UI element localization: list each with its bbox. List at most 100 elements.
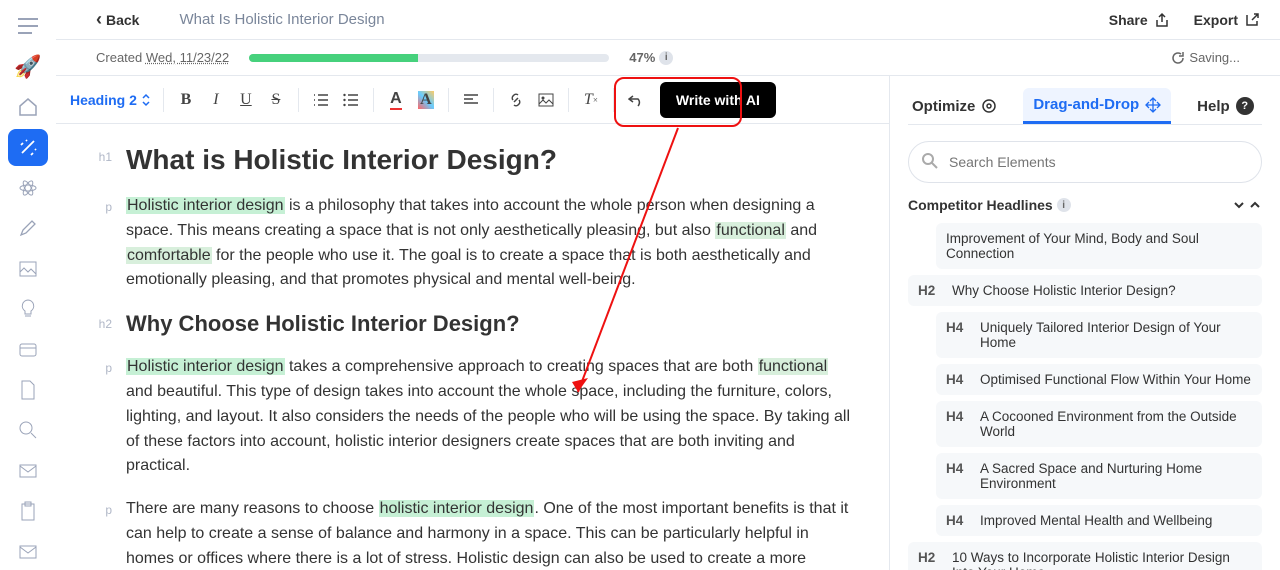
page-title: What Is Holistic Interior Design bbox=[179, 11, 384, 28]
target-icon bbox=[981, 98, 997, 114]
chevron-down-icon[interactable] bbox=[1232, 198, 1246, 212]
write-with-ai-button[interactable]: Write with AI bbox=[660, 82, 776, 118]
mail-icon[interactable] bbox=[8, 453, 48, 489]
headline-tag: H2 bbox=[918, 550, 942, 565]
left-rail: 🚀 bbox=[0, 0, 56, 570]
chevron-left-icon: ‹ bbox=[96, 9, 102, 30]
bulb-icon[interactable] bbox=[8, 291, 48, 327]
headlines-list: Improvement of Your Mind, Body and Soul … bbox=[908, 223, 1262, 570]
heading-select[interactable]: Heading 2 bbox=[66, 86, 155, 114]
tag-p: p bbox=[86, 497, 112, 570]
block-h2: h2 Why Choose Holistic Interior Design? bbox=[86, 311, 859, 337]
tab-help[interactable]: Help? bbox=[1193, 88, 1258, 124]
headline-row[interactable]: H4Optimised Functional Flow Within Your … bbox=[936, 364, 1262, 395]
card-icon[interactable] bbox=[8, 331, 48, 367]
clipboard-icon[interactable] bbox=[8, 493, 48, 529]
doc-p3[interactable]: There are many reasons to choose holisti… bbox=[126, 497, 859, 570]
headline-text: Improvement of Your Mind, Body and Soul … bbox=[946, 231, 1252, 261]
headline-row[interactable]: H4 A Cocooned Environment from the Outsid… bbox=[936, 401, 1262, 447]
search-icon[interactable] bbox=[8, 412, 48, 448]
doc-p1[interactable]: Holistic interior design is a philosophy… bbox=[126, 194, 859, 293]
block-h1: h1 What is Holistic Interior Design? bbox=[86, 144, 859, 176]
link-button[interactable] bbox=[502, 86, 530, 114]
atom-icon[interactable] bbox=[8, 170, 48, 206]
progress-bar bbox=[249, 54, 609, 62]
mail2-icon[interactable] bbox=[8, 533, 48, 569]
menu-icon[interactable] bbox=[8, 8, 48, 44]
editor-body[interactable]: h1 What is Holistic Interior Design? p H… bbox=[56, 124, 889, 570]
editor-toolbar: Heading 2 B I U S A A T× bbox=[56, 76, 889, 124]
headline-row[interactable]: H4 Uniquely Tailored Interior Design of Y… bbox=[936, 312, 1262, 358]
search-icon bbox=[922, 153, 938, 169]
headline-text: Improved Mental Health and Wellbeing bbox=[980, 513, 1212, 528]
share-icon bbox=[1154, 12, 1170, 28]
help-icon: ? bbox=[1236, 97, 1254, 115]
progress-fill bbox=[249, 54, 418, 62]
highlight-button[interactable]: A bbox=[412, 86, 440, 114]
saving-status: Saving... bbox=[1171, 50, 1240, 65]
info-icon[interactable]: i bbox=[659, 51, 673, 65]
bold-button[interactable]: B bbox=[172, 86, 200, 114]
drag-icon bbox=[1145, 97, 1161, 113]
right-tabs: Optimize Drag-and-Drop Help? bbox=[908, 88, 1262, 125]
competitor-headlines-header[interactable]: Competitor Headlines i bbox=[908, 197, 1262, 213]
italic-button[interactable]: I bbox=[202, 86, 230, 114]
sort-icon bbox=[141, 93, 151, 107]
strike-button[interactable]: S bbox=[262, 86, 290, 114]
image-button[interactable] bbox=[532, 86, 560, 114]
search-input[interactable] bbox=[908, 141, 1262, 183]
headline-text: 10 Ways to Incorporate Holistic Interior… bbox=[952, 550, 1252, 570]
magic-icon[interactable] bbox=[8, 129, 48, 165]
headline-row[interactable]: H2Why Choose Holistic Interior Design? bbox=[908, 275, 1262, 306]
block-p1: p Holistic interior design is a philosop… bbox=[86, 194, 859, 293]
undo-button[interactable] bbox=[622, 86, 650, 114]
refresh-icon bbox=[1171, 51, 1185, 65]
underline-button[interactable]: U bbox=[232, 86, 260, 114]
chevron-up-icon[interactable] bbox=[1248, 198, 1262, 212]
doc-icon[interactable] bbox=[8, 372, 48, 408]
headline-row[interactable]: H2 10 Ways to Incorporate Holistic Interi… bbox=[908, 542, 1262, 570]
headline-row[interactable]: Improvement of Your Mind, Body and Soul … bbox=[936, 223, 1262, 269]
tab-drag-and-drop[interactable]: Drag-and-Drop bbox=[1023, 88, 1171, 124]
right-panel: Optimize Drag-and-Drop Help? Competitor … bbox=[890, 76, 1280, 570]
headline-text: A Cocooned Environment from the Outside … bbox=[980, 409, 1252, 439]
content-area: Heading 2 B I U S A A T× bbox=[56, 76, 1280, 570]
headline-row[interactable]: H4Improved Mental Health and Wellbeing bbox=[936, 505, 1262, 536]
doc-h1[interactable]: What is Holistic Interior Design? bbox=[126, 144, 557, 176]
info-icon[interactable]: i bbox=[1057, 198, 1071, 212]
clear-format-button[interactable]: T× bbox=[577, 86, 605, 114]
progress-percent: 47%i bbox=[629, 50, 673, 65]
headline-tag: H4 bbox=[946, 409, 970, 424]
share-label: Share bbox=[1109, 12, 1148, 28]
headline-tag: H4 bbox=[946, 320, 970, 335]
rocket-icon[interactable]: 🚀 bbox=[8, 48, 48, 84]
block-p3: p There are many reasons to choose holis… bbox=[86, 497, 859, 570]
ordered-list-button[interactable] bbox=[307, 86, 335, 114]
topbar: ‹Back What Is Holistic Interior Design S… bbox=[56, 0, 1280, 40]
block-p2: p Holistic interior design takes a compr… bbox=[86, 355, 859, 479]
headline-row[interactable]: H4A Sacred Space and Nurturing Home Envi… bbox=[936, 453, 1262, 499]
main: ‹Back What Is Holistic Interior Design S… bbox=[56, 0, 1280, 570]
pencil-icon[interactable] bbox=[8, 210, 48, 246]
search-elements bbox=[908, 141, 1262, 183]
created-text: Created Wed, 11/23/22 bbox=[96, 50, 229, 65]
export-button[interactable]: Export bbox=[1194, 12, 1260, 28]
headline-text: Uniquely Tailored Interior Design of You… bbox=[980, 320, 1252, 350]
tab-optimize[interactable]: Optimize bbox=[908, 88, 1001, 124]
tag-p: p bbox=[86, 355, 112, 479]
unordered-list-button[interactable] bbox=[337, 86, 365, 114]
share-button[interactable]: Share bbox=[1109, 12, 1170, 28]
headline-tag: H4 bbox=[946, 372, 970, 387]
image-icon[interactable] bbox=[8, 251, 48, 287]
export-label: Export bbox=[1194, 12, 1238, 28]
back-button[interactable]: ‹Back bbox=[96, 9, 139, 30]
doc-p2[interactable]: Holistic interior design takes a compreh… bbox=[126, 355, 859, 479]
doc-h2[interactable]: Why Choose Holistic Interior Design? bbox=[126, 311, 520, 337]
tag-p: p bbox=[86, 194, 112, 293]
tag-h1: h1 bbox=[86, 144, 112, 176]
text-color-button[interactable]: A bbox=[382, 86, 410, 114]
editor-column: Heading 2 B I U S A A T× bbox=[56, 76, 890, 570]
home-icon[interactable] bbox=[8, 89, 48, 125]
headline-tag: H2 bbox=[918, 283, 942, 298]
align-button[interactable] bbox=[457, 86, 485, 114]
